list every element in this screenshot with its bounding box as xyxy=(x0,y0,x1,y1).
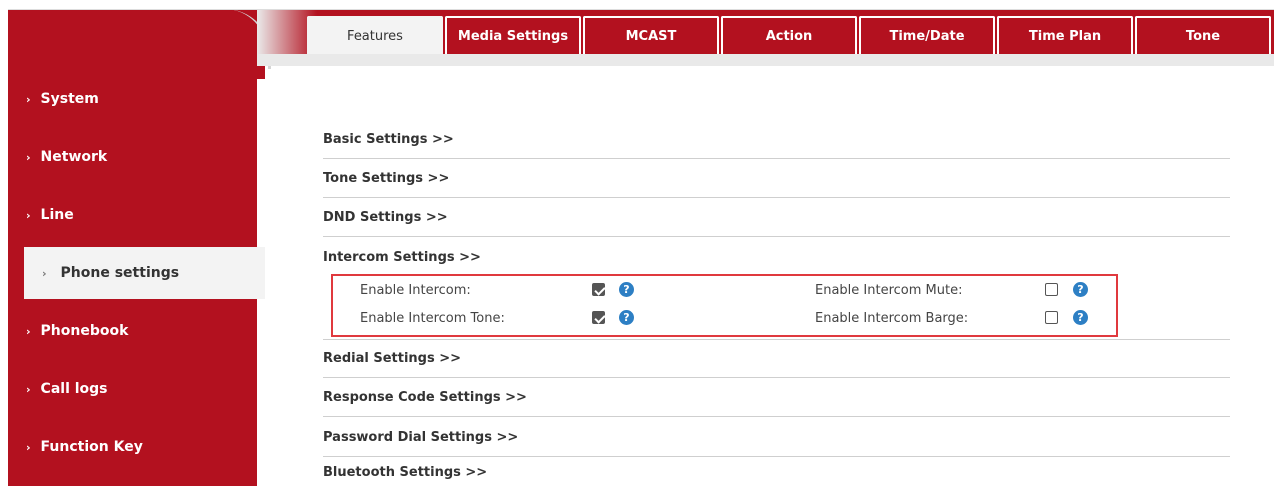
help-icon[interactable]: ? xyxy=(619,282,634,297)
section-title: Redial Settings >> xyxy=(323,351,462,366)
enable-intercom-barge-label: Enable Intercom Barge: xyxy=(815,311,969,326)
chevron-right-icon: › xyxy=(26,150,31,164)
help-icon[interactable]: ? xyxy=(1073,282,1088,297)
chevron-right-icon: › xyxy=(26,440,31,454)
enable-intercom-tone-label: Enable Intercom Tone: xyxy=(360,311,505,326)
section-title: Tone Settings >> xyxy=(323,170,450,186)
sidebar-item-phone-settings[interactable]: › Phone settings xyxy=(24,247,265,299)
help-icon[interactable]: ? xyxy=(619,310,634,325)
sidebar-item-system[interactable]: › System xyxy=(8,73,257,125)
section-bluetooth-settings[interactable]: Bluetooth Settings >> xyxy=(323,458,1230,486)
tab-underline xyxy=(257,54,1274,66)
tab-mcast[interactable]: MCAST xyxy=(583,16,719,54)
section-redial-settings[interactable]: Redial Settings >> xyxy=(323,339,1230,378)
section-dnd-settings[interactable]: DND Settings >> xyxy=(323,198,1230,237)
tab-features[interactable]: Features xyxy=(307,16,443,54)
tab-time-date[interactable]: Time/Date xyxy=(859,16,995,54)
chevron-right-icon: › xyxy=(26,324,31,338)
enable-intercom-checkbox[interactable] xyxy=(592,283,605,296)
chevron-right-icon: › xyxy=(42,266,47,280)
tab-time-plan[interactable]: Time Plan xyxy=(997,16,1133,54)
section-title: Bluetooth Settings >> xyxy=(323,464,488,480)
enable-intercom-mute-label: Enable Intercom Mute: xyxy=(815,283,963,298)
sidebar-item-phonebook[interactable]: › Phonebook xyxy=(8,305,257,357)
section-password-dial-settings[interactable]: Password Dial Settings >> xyxy=(323,418,1230,457)
chevron-right-icon: › xyxy=(26,92,31,106)
enable-intercom-barge-checkbox[interactable] xyxy=(1045,311,1058,324)
sidebar-item-label: Phonebook xyxy=(40,323,129,339)
section-tone-settings[interactable]: Tone Settings >> xyxy=(323,159,1230,198)
sidebar-item-call-logs[interactable]: › Call logs xyxy=(8,363,257,415)
sidebar-top-curve xyxy=(8,9,271,79)
tab-action[interactable]: Action xyxy=(721,16,857,54)
sidebar-item-label: Network xyxy=(40,149,108,165)
section-title: Password Dial Settings >> xyxy=(323,429,519,445)
sidebar-item-label: Function Key xyxy=(40,439,143,455)
enable-intercom-mute-checkbox[interactable] xyxy=(1045,283,1058,296)
section-title: Basic Settings >> xyxy=(323,131,454,147)
sidebar-item-label: Line xyxy=(40,207,74,223)
section-title: DND Settings >> xyxy=(323,209,448,225)
enable-intercom-label: Enable Intercom: xyxy=(360,283,471,298)
section-title: Response Code Settings >> xyxy=(323,389,527,405)
sidebar-item-network[interactable]: › Network xyxy=(8,131,257,183)
sidebar-item-label: System xyxy=(40,91,99,107)
section-title: Intercom Settings >> xyxy=(323,250,481,265)
chevron-right-icon: › xyxy=(26,382,31,396)
section-response-code-settings[interactable]: Response Code Settings >> xyxy=(323,378,1230,417)
sidebar-item-label: Call logs xyxy=(40,381,108,397)
sidebar-item-function-key[interactable]: › Function Key xyxy=(8,421,257,473)
sidebar-item-line[interactable]: › Line xyxy=(8,189,257,241)
tab-tone[interactable]: Tone xyxy=(1135,16,1271,54)
section-basic-settings[interactable]: Basic Settings >> xyxy=(323,120,1230,159)
help-icon[interactable]: ? xyxy=(1073,310,1088,325)
enable-intercom-tone-checkbox[interactable] xyxy=(592,311,605,324)
chevron-right-icon: › xyxy=(26,208,31,222)
tab-media-settings[interactable]: Media Settings xyxy=(445,16,581,54)
sidebar-item-label: Phone settings xyxy=(60,265,180,281)
section-intercom-settings[interactable]: Intercom Settings >> xyxy=(323,238,1230,277)
